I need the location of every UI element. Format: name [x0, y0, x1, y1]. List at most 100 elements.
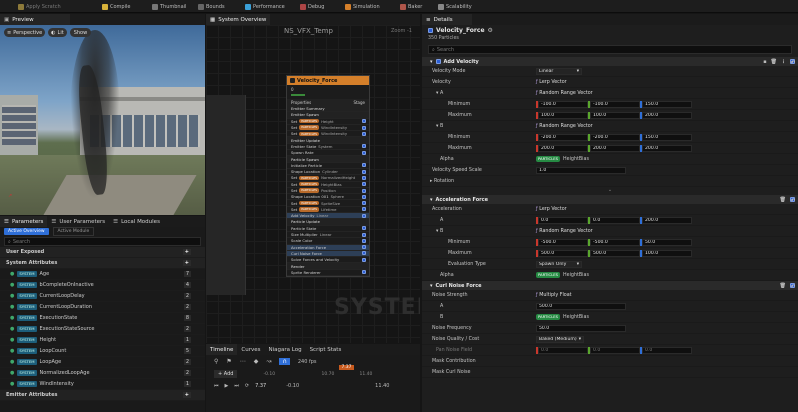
- rotation-row[interactable]: ▸ Rotation: [422, 176, 798, 187]
- node-row-enabled-checkbox[interactable]: [362, 144, 366, 149]
- gear-icon[interactable]: ⚙: [488, 27, 493, 34]
- tab-parameters[interactable]: ☰ Parameters: [0, 216, 48, 227]
- node-row-enabled-checkbox[interactable]: [362, 119, 366, 124]
- mask-curl-noise-row[interactable]: Mask Curl Noise: [422, 367, 798, 378]
- key-icon[interactable]: ⚲: [214, 358, 218, 365]
- accel-a-x[interactable]: 0.0: [538, 216, 588, 224]
- node-row-enabled-checkbox[interactable]: [362, 169, 366, 174]
- emitter-node-header[interactable]: Velocity_Force: [287, 76, 369, 85]
- node-module-row[interactable]: Sprite Renderer: [287, 270, 369, 277]
- accel-a-z[interactable]: 200.0: [642, 216, 692, 224]
- parameter-item[interactable]: ● SYSTEM ExecutionState 8: [0, 313, 205, 324]
- add-icon[interactable]: +: [182, 249, 191, 255]
- alpha-binding[interactable]: HeightBias: [563, 157, 589, 162]
- pan-x[interactable]: 0.0: [538, 346, 588, 354]
- evaluation-type-select[interactable]: Spawn Only ▾: [536, 260, 582, 268]
- apply-scratch-button[interactable]: Apply Scratch: [18, 0, 61, 13]
- b-max-x[interactable]: 200.0: [538, 144, 588, 152]
- velocity-dynamic-input[interactable]: ƒ Lerp Vector: [536, 80, 567, 85]
- b-min-y[interactable]: -200.0: [590, 133, 640, 141]
- noise-frequency-input[interactable]: 50.0: [536, 324, 626, 332]
- section-emitter-attributes[interactable]: Emitter Attributes +: [0, 390, 205, 401]
- node-row-enabled-checkbox[interactable]: [362, 251, 366, 256]
- parameter-item[interactable]: ● SYSTEM CurrentLoopDelay 2: [0, 291, 205, 302]
- node-row-enabled-checkbox[interactable]: [362, 188, 366, 193]
- node-row-enabled-checkbox[interactable]: [362, 131, 366, 136]
- node-row-enabled-checkbox[interactable]: [362, 270, 366, 275]
- parameter-item[interactable]: ● SYSTEM ExecutionStateSource 2: [0, 324, 205, 335]
- b-min-z[interactable]: 150.0: [642, 133, 692, 141]
- a-max-z[interactable]: 200.0: [642, 111, 692, 119]
- tab-curves[interactable]: Curves: [237, 344, 264, 355]
- noise-b-binding[interactable]: HeightBias: [563, 315, 589, 320]
- node-row-enabled-checkbox[interactable]: [362, 163, 366, 168]
- system-overview-graph[interactable]: NS_VFX_Temp Zoom -1 SYSTEM Velocity_Forc…: [206, 25, 420, 343]
- pan-y[interactable]: 0.0: [590, 346, 640, 354]
- node-row-enabled-checkbox[interactable]: [362, 245, 366, 250]
- reset-icon[interactable]: ↶: [791, 60, 795, 66]
- tab-niagara-log[interactable]: Niagara Log: [264, 344, 305, 355]
- accel-b-dynamic-input[interactable]: ƒ Random Range Vector: [536, 229, 593, 234]
- loop-icon[interactable]: ⟳: [245, 383, 249, 389]
- node-row-enabled-checkbox[interactable]: [362, 213, 366, 218]
- node-row-enabled-checkbox[interactable]: [362, 232, 366, 237]
- velocity-mode-select[interactable]: Linear ▾: [536, 67, 582, 75]
- velocity-b-dynamic-input[interactable]: ƒ Random Range Vector: [536, 124, 593, 129]
- b-min-x[interactable]: -200.0: [538, 133, 588, 141]
- accel-b-min-z[interactable]: 50.0: [642, 238, 692, 246]
- emitter-enabled-checkbox[interactable]: [428, 28, 433, 33]
- noise-a-input[interactable]: 500.0: [536, 302, 626, 310]
- add-velocity-enabled[interactable]: [435, 59, 441, 64]
- parameter-item[interactable]: ● SYSTEM LoopCount 5: [0, 346, 205, 357]
- node-row-enabled-checkbox[interactable]: [362, 175, 366, 180]
- a-min-z[interactable]: 150.0: [642, 100, 692, 108]
- accel-b-max-y[interactable]: 500.0: [590, 249, 640, 257]
- a-min-y[interactable]: -100.0: [590, 100, 640, 108]
- active-overview-filter[interactable]: Active Overview: [4, 228, 49, 235]
- show-button[interactable]: Show: [69, 28, 92, 37]
- thumbnail-button[interactable]: Thumbnail: [152, 0, 186, 13]
- skip-back-icon[interactable]: ⏮: [214, 383, 219, 389]
- delete-icon[interactable]: 🗑: [780, 283, 786, 289]
- velocity-speed-scale-input[interactable]: 1.0: [536, 166, 626, 174]
- debug-button[interactable]: Debug: [300, 0, 324, 13]
- node-row-enabled-checkbox[interactable]: [362, 150, 366, 155]
- node-row-enabled-checkbox[interactable]: [362, 201, 366, 206]
- accel-b-max-x[interactable]: 500.0: [538, 249, 588, 257]
- preview-viewport[interactable]: ≡ Perspective ◐ Lit Show ↗: [0, 25, 205, 215]
- acceleration-force-header[interactable]: ▾ Acceleration Force 🗑: [422, 195, 798, 204]
- accel-b-min-y[interactable]: -500.0: [590, 238, 640, 246]
- a-max-x[interactable]: 100.0: [538, 111, 588, 119]
- details-search[interactable]: ⌕ Search: [428, 45, 792, 54]
- performance-button[interactable]: Performance: [245, 0, 285, 13]
- tab-details[interactable]: ≡ Details: [422, 14, 472, 25]
- parameter-item[interactable]: ● SYSTEM NormalizedLoopAge 2: [0, 368, 205, 379]
- tab-user-parameters[interactable]: ☰ User Parameters: [47, 216, 109, 227]
- emitter-node-velocity-force[interactable]: Velocity_Force 0 Properties Stage Emitter…: [286, 75, 370, 278]
- a-min-x[interactable]: -100.0: [538, 100, 588, 108]
- node-row-enabled-checkbox[interactable]: [362, 226, 366, 231]
- add-track-button[interactable]: + Add: [214, 370, 238, 378]
- velocity-a-dynamic-input[interactable]: ƒ Random Range Vector: [536, 91, 593, 96]
- noise-quality-select[interactable]: Baked (Medium) ▾: [536, 335, 584, 343]
- a-max-y[interactable]: 100.0: [590, 111, 640, 119]
- parameter-item[interactable]: ● SYSTEM WindIntensity 1: [0, 379, 205, 390]
- pan-z[interactable]: 0.0: [642, 346, 692, 354]
- play-icon[interactable]: ▶: [225, 383, 229, 389]
- reset-icon[interactable]: ↶: [791, 198, 795, 204]
- curl-noise-header[interactable]: ▾ Curl Noise Force 🗑: [422, 281, 798, 290]
- parameter-item[interactable]: ● SYSTEM LoopAge 2: [0, 357, 205, 368]
- expand-advanced-icon[interactable]: ⌄: [422, 187, 798, 195]
- more-icon[interactable]: ⋮: [781, 59, 786, 65]
- emitter-node-left[interactable]: [206, 95, 246, 295]
- node-row-enabled-checkbox[interactable]: [362, 207, 366, 212]
- b-max-z[interactable]: 200.0: [642, 144, 692, 152]
- start-time[interactable]: 7.37: [255, 383, 266, 389]
- section-user-exposed[interactable]: User Exposed +: [0, 247, 205, 258]
- node-row-enabled-checkbox[interactable]: [362, 257, 366, 262]
- scalability-button[interactable]: Scalability: [438, 0, 472, 13]
- reset-icon[interactable]: ↶: [791, 284, 795, 290]
- timeline-ruler[interactable]: -0.10 10.70 11.40 7.37: [243, 365, 412, 379]
- parameter-item[interactable]: ● SYSTEM Age 7: [0, 269, 205, 280]
- tab-script-stats[interactable]: Script Stats: [306, 344, 346, 355]
